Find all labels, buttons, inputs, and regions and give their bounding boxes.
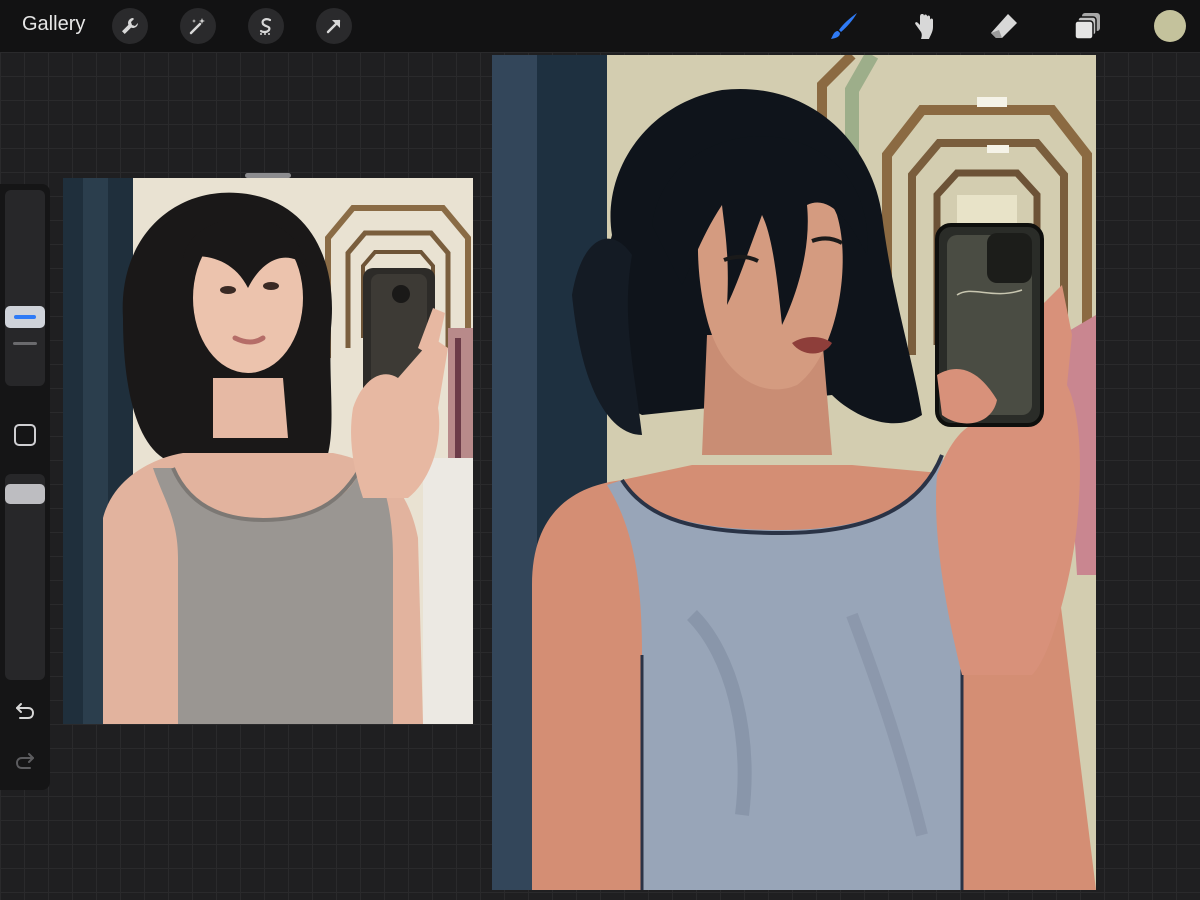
adjustments-magic-wand-icon[interactable] bbox=[180, 8, 216, 44]
transform-arrow-icon[interactable] bbox=[316, 8, 352, 44]
top-toolbar: Gallery bbox=[0, 0, 1200, 52]
layers-icon[interactable] bbox=[1070, 8, 1106, 44]
selection-s-icon[interactable] bbox=[248, 8, 284, 44]
brush-size-slider[interactable] bbox=[5, 190, 45, 386]
color-picker-button[interactable] bbox=[1154, 10, 1186, 42]
drawing-canvas[interactable] bbox=[492, 55, 1096, 890]
brush-size-slider-handle[interactable] bbox=[5, 306, 45, 328]
actions-wrench-icon[interactable] bbox=[112, 8, 148, 44]
undo-icon[interactable] bbox=[12, 698, 38, 724]
left-sidebar bbox=[0, 184, 50, 790]
eraser-icon[interactable] bbox=[986, 8, 1022, 44]
opacity-slider[interactable] bbox=[5, 474, 45, 680]
canvas-painting bbox=[492, 55, 1096, 890]
reference-photo-image bbox=[63, 178, 473, 724]
modify-button[interactable] bbox=[14, 424, 36, 446]
smudge-icon[interactable] bbox=[906, 8, 942, 44]
brush-icon[interactable] bbox=[826, 8, 862, 44]
gallery-button[interactable]: Gallery bbox=[22, 13, 85, 36]
brush-size-marker bbox=[13, 342, 37, 345]
reference-photo[interactable] bbox=[63, 178, 473, 724]
redo-icon[interactable] bbox=[12, 748, 38, 774]
procreate-app: Gallery bbox=[0, 0, 1200, 900]
opacity-slider-handle[interactable] bbox=[5, 484, 45, 504]
